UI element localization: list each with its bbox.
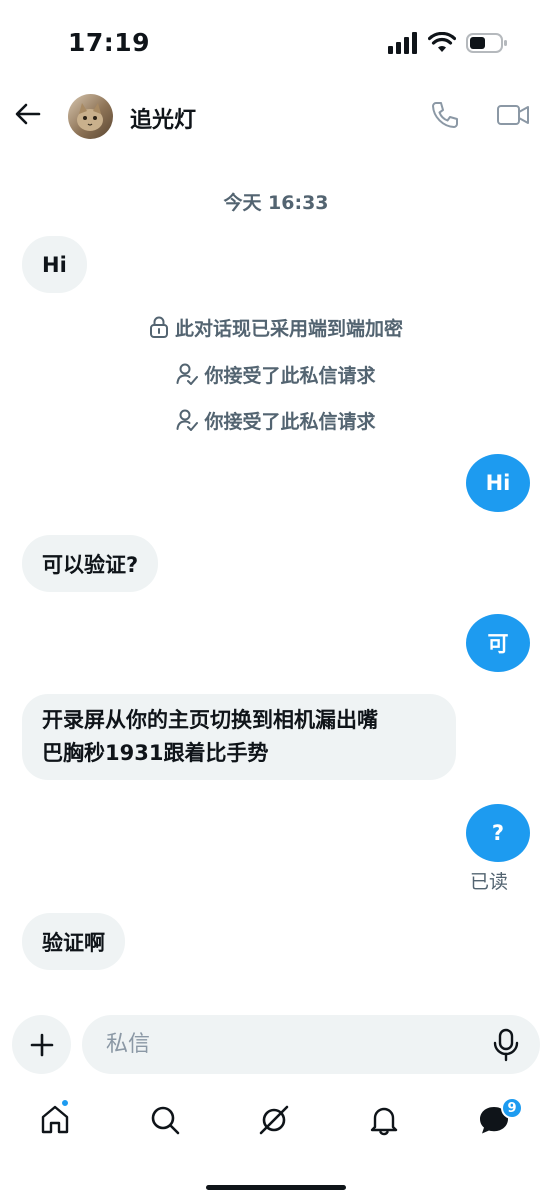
phone-icon (432, 102, 458, 128)
person-check-icon (176, 363, 199, 385)
cat-photo-icon (77, 103, 103, 131)
person-check-icon (176, 409, 199, 431)
status-time: 17:19 (68, 28, 151, 57)
tab-notifications[interactable] (364, 1100, 404, 1140)
contact-name[interactable]: 追光灯 (130, 102, 196, 134)
back-button[interactable] (12, 98, 44, 130)
search-icon (151, 1106, 180, 1135)
system-message-text: 你接受了此私信请求 (204, 410, 376, 433)
message-outgoing[interactable]: ? (466, 804, 530, 862)
battery-icon (466, 33, 507, 53)
bottom-tab-bar (0, 1090, 552, 1150)
message-text: Hi (485, 471, 511, 495)
message-text: 可 (487, 632, 509, 656)
system-message-request-accepted: 你接受了此私信请求 (0, 406, 552, 434)
video-camera-icon (497, 105, 529, 125)
message-input[interactable] (82, 1015, 540, 1074)
home-icon (41, 1105, 69, 1134)
status-bar: 17:19 (0, 0, 552, 90)
grok-icon (259, 1105, 289, 1135)
system-message-text: 此对话现已采用端到端加密 (174, 317, 403, 340)
tab-search[interactable] (145, 1100, 185, 1140)
voice-message-button[interactable] (490, 1028, 522, 1062)
add-media-button[interactable] (12, 1015, 71, 1074)
read-receipt: 已读 (470, 871, 509, 893)
home-indicator (206, 1185, 346, 1190)
system-message-text: 你接受了此私信请求 (204, 364, 376, 387)
message-text: 可以验证? (42, 552, 139, 577)
system-message-request-accepted: 你接受了此私信请求 (0, 360, 552, 388)
system-message-encrypted: 此对话现已采用端到端加密 (0, 313, 552, 341)
message-text: Hi (42, 252, 67, 277)
message-incoming[interactable]: 开录屏从你的主页切换到相机漏出嘴 巴胸秒1931跟着比手势 (22, 694, 456, 780)
microphone-icon (493, 1028, 519, 1062)
signal-icon (388, 32, 417, 54)
plus-icon (30, 1033, 53, 1056)
status-icons (388, 32, 508, 54)
lock-icon (149, 316, 168, 338)
message-incoming[interactable]: Hi (22, 236, 87, 293)
message-incoming[interactable]: 验证啊 (22, 913, 125, 970)
voice-call-button[interactable] (430, 100, 460, 130)
wifi-icon (428, 32, 456, 52)
contact-avatar[interactable] (68, 94, 113, 139)
arrow-left-icon (15, 103, 41, 125)
home-notification-dot (60, 1098, 70, 1108)
message-outgoing[interactable]: Hi (466, 454, 530, 512)
tab-grok[interactable] (254, 1100, 294, 1140)
date-divider: 今天 16:33 (223, 192, 329, 214)
message-text: ? (491, 821, 505, 845)
message-text: 验证啊 (42, 930, 105, 955)
message-outgoing[interactable]: 可 (466, 614, 530, 672)
video-call-button[interactable] (496, 100, 530, 130)
message-incoming[interactable]: 可以验证? (22, 535, 159, 592)
message-text-line: 巴胸秒1931跟着比手势 (42, 741, 269, 765)
conversation-header: 追光灯 (0, 90, 552, 142)
message-text-line: 开录屏从你的主页切换到相机漏出嘴 (42, 708, 378, 732)
bell-icon (370, 1107, 398, 1136)
messages-badge: 9 (501, 1097, 523, 1119)
